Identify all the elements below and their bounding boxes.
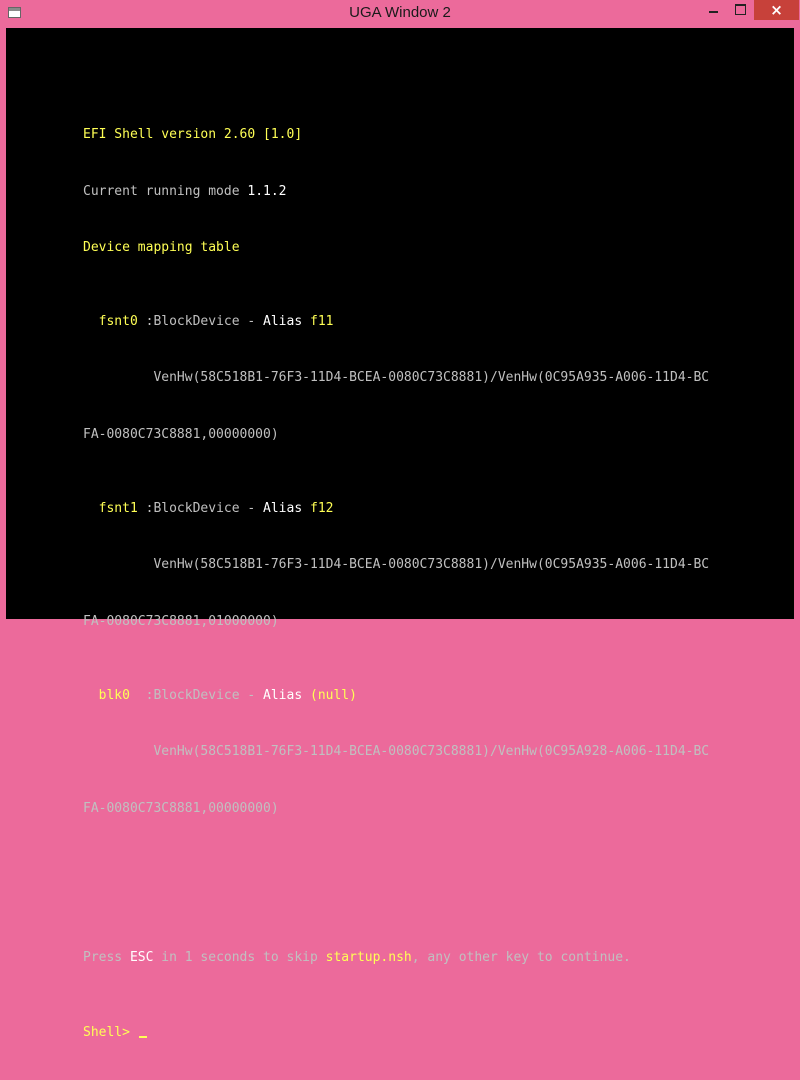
device-entry: blk0 :BlockDevice - Alias (null)	[83, 687, 709, 706]
device-name: fsnt1	[83, 501, 138, 517]
shell-output: EFI Shell version 2.60 [1.0] Current run…	[83, 89, 709, 1080]
close-icon: ×	[770, 1, 783, 19]
alias-label: Alias	[263, 501, 310, 517]
device-type: :BlockDevice -	[137, 688, 264, 704]
device-type: :BlockDevice -	[137, 501, 264, 517]
running-mode-label: Current running mode	[83, 183, 248, 199]
device-entry: fsnt1 :BlockDevice - Alias f12	[83, 500, 709, 519]
device-path-line: FA-0080C73C8881,00000000)	[83, 800, 279, 816]
shell-version-line: EFI Shell version 2.60 [1.0]	[83, 127, 303, 143]
device-path-line: FA-0080C73C8881,00000000)	[83, 426, 279, 442]
minimize-button[interactable]	[700, 0, 726, 20]
device-path-line: VenHw(58C518B1-76F3-11D4-BCEA-0080C73C88…	[83, 744, 710, 760]
device-entry: fsnt0 :BlockDevice - Alias f11	[83, 313, 709, 332]
startup-press-text: Press	[83, 950, 130, 966]
startup-esc-key: ESC	[129, 950, 154, 966]
device-alias: f12	[310, 501, 334, 517]
startup-message: Press ESC in 1 seconds to skip startup.n…	[83, 949, 709, 968]
console-screen[interactable]: EFI Shell version 2.60 [1.0] Current run…	[6, 28, 794, 1040]
device-alias: (null)	[310, 688, 357, 704]
device-path-line: VenHw(58C518B1-76F3-11D4-BCEA-0080C73C88…	[83, 370, 710, 386]
running-mode-line: Current running mode 1.1.2	[83, 183, 709, 202]
running-mode-value: 1.1.2	[247, 183, 287, 199]
shell-prompt-line[interactable]: Shell>	[83, 1024, 709, 1043]
title-bar[interactable]: UGA Window 2 ×	[0, 0, 800, 28]
device-name: fsnt0	[83, 314, 138, 330]
startup-continue-text: , any other key to continue.	[411, 950, 631, 966]
shell-prompt: Shell>	[83, 1024, 138, 1040]
close-button[interactable]: ×	[754, 0, 799, 20]
text-cursor	[138, 1035, 147, 1038]
startup-countdown-text: in 1 seconds to skip	[153, 950, 326, 966]
alias-label: Alias	[263, 688, 310, 704]
device-path-line: VenHw(58C518B1-76F3-11D4-BCEA-0080C73C88…	[83, 557, 710, 573]
device-name: blk0	[83, 688, 138, 704]
device-type: :BlockDevice -	[137, 314, 264, 330]
device-alias: f11	[310, 314, 334, 330]
maximize-button[interactable]	[727, 0, 753, 20]
uga-window: UGA Window 2 × EFI Shell version 2.60 [1…	[0, 0, 800, 1040]
window-title: UGA Window 2	[349, 4, 451, 21]
device-path-line: FA-0080C73C8881,01000000)	[83, 613, 279, 629]
alias-label: Alias	[263, 314, 310, 330]
device-mapping-heading: Device mapping table	[83, 239, 240, 255]
startup-script-name: startup.nsh	[325, 950, 412, 966]
